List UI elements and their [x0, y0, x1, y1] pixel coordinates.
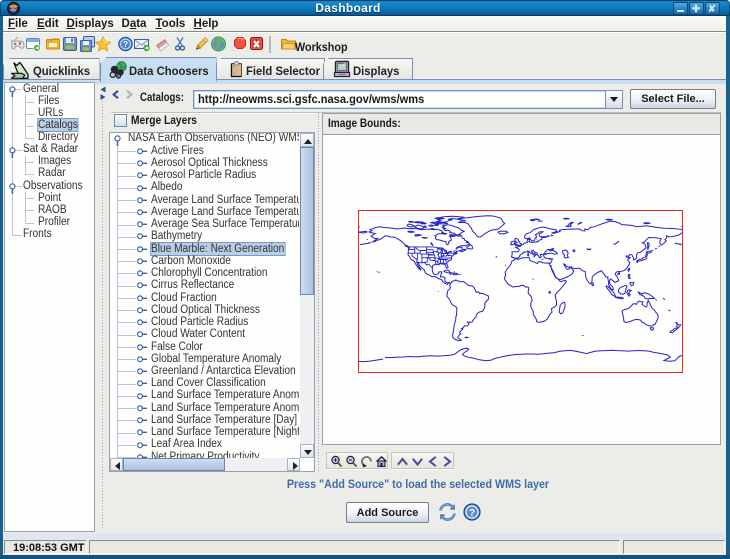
- svg-text:?: ?: [469, 508, 475, 519]
- svg-text:?: ?: [123, 39, 128, 49]
